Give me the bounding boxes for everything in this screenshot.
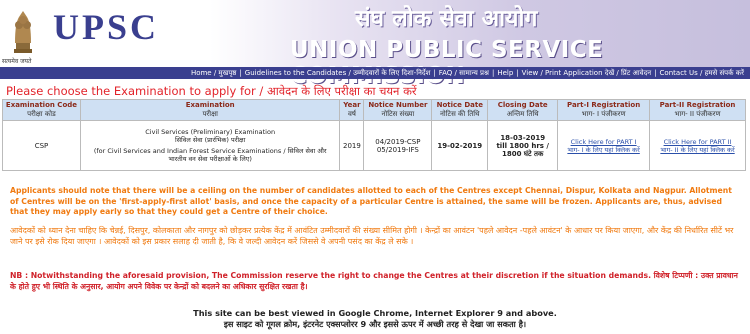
part1-registration-cell: Click Here for PART I भाग- I के लिए यहां… xyxy=(557,120,651,171)
nav-home-link[interactable]: Home / मुखपृष्ठ xyxy=(191,69,237,77)
nav-guidelines-link[interactable]: Guidelines to the Candidates / उम्मीदवार… xyxy=(245,69,431,77)
col-exam-code: Examination Code परीक्षा कोड xyxy=(2,99,81,121)
col-part1-registration: Part-I Registration भाग- I पंजीकरण xyxy=(557,99,651,121)
notice-date-cell: 19-02-2019 xyxy=(431,120,489,171)
nb-note: NB : Notwithstanding the aforesaid provi… xyxy=(10,271,738,291)
nav-contact-link[interactable]: Contact Us / हमसे संपर्क करें xyxy=(660,69,744,77)
col-closing-date: Closing Date अन्तिम तिथि xyxy=(487,99,559,121)
part2-registration-link[interactable]: Click Here for PART II भाग- II के लिए यह… xyxy=(652,138,743,154)
exam-code-cell: CSP xyxy=(2,120,81,171)
nav-bar: Home / मुखपृष्ठ | Guidelines to the Candid… xyxy=(0,67,750,79)
page: सत्यमेव जयते UPSC संघ लोक सेवा आयोग UNIO… xyxy=(0,0,750,334)
col-year: Year वर्ष xyxy=(339,99,365,121)
table-row: CSP Civil Services (Preliminary) Examina… xyxy=(2,120,746,171)
exam-table: Examination Code परीक्षा कोड Examination प… xyxy=(2,99,746,171)
upsc-logo[interactable]: UPSC xyxy=(53,6,159,48)
site-header: सत्यमेव जयते UPSC संघ लोक सेवा आयोग UNIO… xyxy=(0,0,750,89)
hindi-title: संघ लोक सेवा आयोग xyxy=(355,6,538,32)
centre-ceiling-notice-hi: आवेदकों को ध्यान देना चाहिए कि चेन्नई, द… xyxy=(10,226,734,246)
choose-exam-heading: Please choose the Examination to apply f… xyxy=(6,84,417,98)
year-cell: 2019 xyxy=(339,120,365,171)
browser-compat-note: This site can be best viewed in Google C… xyxy=(0,308,750,330)
table-header-row: Examination Code परीक्षा कोड Examination प… xyxy=(2,99,746,121)
nav-help-link[interactable]: Help xyxy=(497,69,513,77)
national-emblem-icon xyxy=(14,11,32,53)
emblem-caption: सत्यमेव जयते xyxy=(2,58,32,65)
col-notice-number: Notice Number नोटिस संख्या xyxy=(363,99,433,121)
browser-note-hi: इस साइट को गूगल क्रोम, इंटरनेट एक्सप्लोर… xyxy=(223,319,527,329)
col-examination: Examination परीक्षा xyxy=(79,99,341,121)
centre-ceiling-notice-en: Applicants should note that there will b… xyxy=(10,186,732,216)
closing-date-cell: 18-03-2019 till 1800 hrs / 1800 घंटे तक xyxy=(487,120,559,171)
notice-number-cell: 04/2019-CSP 05/2019-IFS xyxy=(363,120,433,171)
english-title: UNION PUBLIC SERVICE COMMISSION xyxy=(290,37,604,89)
browser-note-en: This site can be best viewed in Google C… xyxy=(193,308,557,318)
part2-registration-cell: Click Here for PART II भाग- II के लिए यह… xyxy=(649,120,746,171)
nav-faq-link[interactable]: FAQ / सामान्य प्रश्न xyxy=(439,69,489,77)
exam-name-cell: Civil Services (Preliminary) Examination… xyxy=(79,120,341,171)
nav-view-print-link[interactable]: View / Print Application देखें / प्रिंट … xyxy=(522,69,652,77)
part1-registration-link[interactable]: Click Here for PART I भाग- I के लिए यहां… xyxy=(560,138,647,154)
col-notice-date: Notice Date नोटिस की तिथि xyxy=(431,99,489,121)
col-part2-registration: Part-II Registration भाग- II पंजीकरण xyxy=(649,99,746,121)
